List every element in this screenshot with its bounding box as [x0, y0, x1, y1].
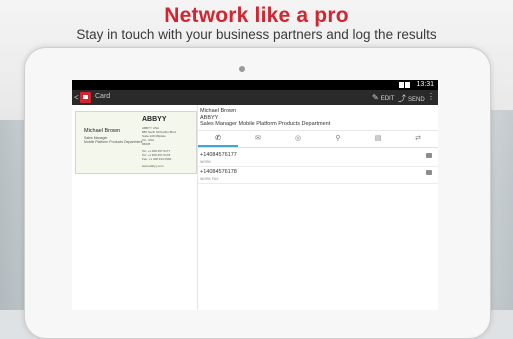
web-icon: ◎: [294, 135, 302, 142]
tab-web[interactable]: ◎: [278, 131, 318, 147]
contact-header: Michael Brown ABBYY Sales Manager Mobile…: [200, 108, 330, 128]
contact-position: Sales Manager Mobile Platform Products D…: [200, 121, 331, 127]
message-icon[interactable]: [426, 153, 432, 158]
promo-subline: Stay in touch with your business partner…: [76, 27, 437, 42]
card-fax-line: Fax: +1 408 434 0300: [142, 157, 172, 161]
detail-tabs: ✆ ✉ ◎ ⚲ ▤ ⇄: [198, 130, 438, 148]
location-icon: ⚲: [335, 135, 341, 142]
action-bar: < Card ✎ EDIT ⤴ SEND ⋮: [72, 90, 438, 105]
signal-wifi-battery-icons: [398, 82, 412, 88]
card-company-logo: ABBYY: [142, 116, 167, 123]
phone-label: WORK FAX: [200, 177, 219, 181]
pencil-icon: ✎: [372, 93, 379, 102]
connections-icon: ⇄: [415, 135, 421, 142]
tab-notes[interactable]: ▤: [358, 131, 398, 147]
edit-button[interactable]: ✎ EDIT: [372, 93, 394, 102]
status-time: 13:31: [416, 81, 434, 88]
screen-title: Card: [95, 93, 111, 100]
phone-number[interactable]: +14084576177: [200, 152, 237, 158]
tab-connections[interactable]: ⇄: [398, 131, 438, 147]
phone-row[interactable]: +14084576178 WORK FAX: [198, 166, 438, 184]
phone-icon: ✆: [215, 135, 221, 142]
card-website-line: www.abbyy.com: [142, 164, 164, 168]
phone-number[interactable]: +14084576178: [200, 169, 237, 175]
status-bar: 13:31: [72, 80, 438, 90]
card-title-line: Mobile Platform Products Department: [84, 140, 143, 144]
tablet-screen: 13:31 < Card ✎ EDIT ⤴ SEND ⋮ Michael Brown…: [72, 80, 438, 310]
tab-phone[interactable]: ✆: [198, 131, 238, 147]
business-card-image[interactable]: Michael Brown Sales Manager Mobile Platf…: [75, 111, 197, 174]
message-icon[interactable]: [426, 170, 432, 175]
camera-dot: [239, 66, 245, 72]
overflow-menu-icon[interactable]: ⋮: [427, 92, 435, 101]
share-icon: ⤴: [398, 94, 406, 103]
send-button[interactable]: ⤴ SEND: [398, 93, 425, 104]
tab-location[interactable]: ⚲: [318, 131, 358, 147]
email-icon: ✉: [255, 135, 261, 142]
app-logo-icon[interactable]: [80, 92, 91, 103]
card-name: Michael Brown: [84, 128, 121, 134]
card-address-line: 95035: [142, 142, 151, 146]
send-label: SEND: [408, 97, 425, 103]
notes-icon: ▤: [374, 135, 382, 142]
card-image-pane: Michael Brown Sales Manager Mobile Platf…: [72, 105, 198, 310]
promo-headline: Network like a pro: [164, 4, 349, 27]
edit-label: EDIT: [380, 96, 395, 102]
contact-details-pane: Michael Brown ABBYY Sales Manager Mobile…: [198, 105, 438, 310]
tab-email[interactable]: ✉: [238, 131, 278, 147]
phone-row[interactable]: +14084576177 WORK: [198, 149, 438, 167]
back-icon[interactable]: <: [74, 93, 79, 102]
phone-label: WORK: [200, 160, 211, 164]
